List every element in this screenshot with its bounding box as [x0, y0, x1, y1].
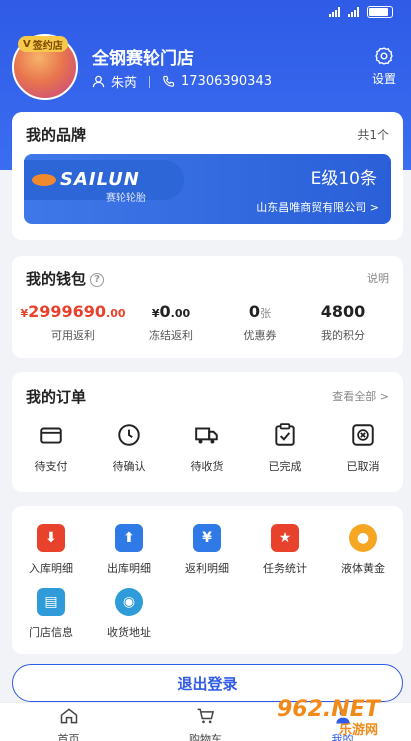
wallet-stat-value: ¥2999690.00	[20, 302, 126, 321]
wallet-stat-label: 可用返利	[51, 329, 95, 342]
brand-logo: SAILUN 赛轮轮胎	[24, 160, 184, 204]
wallet-stat-value: 4800	[320, 302, 366, 321]
brand-company-link[interactable]: 山东昌唯商贸有限公司 >	[256, 199, 379, 215]
contract-store-badge: V 签约店	[18, 36, 68, 52]
tool-6[interactable]: ◉ 收货地址	[94, 588, 164, 640]
shop-name: 全钢赛轮门店	[92, 49, 194, 69]
tab-label: 首页	[57, 733, 80, 741]
phone-number: 17306390343	[181, 74, 272, 89]
wallet-stat[interactable]: ¥0.00 冻结返利	[130, 302, 212, 343]
contact-info: 朱芮 17306390343	[92, 72, 272, 91]
wallet-title: 我的钱包?	[26, 268, 105, 289]
home-icon	[59, 708, 79, 729]
phone-icon	[163, 75, 175, 87]
wallet-stat-label: 我的积分	[321, 329, 365, 342]
wallet-stat-value: 0张	[248, 302, 272, 321]
sailun-logo-icon	[32, 174, 56, 186]
truck-icon	[172, 422, 242, 448]
gear-icon	[375, 47, 393, 65]
card-icon	[16, 422, 86, 448]
settings-button[interactable]: 设置	[367, 46, 401, 87]
brand-title: 我的品牌	[26, 126, 87, 144]
tab-cart[interactable]: 购物车	[137, 703, 274, 741]
tool-label: 门店信息	[29, 626, 73, 639]
tool-5[interactable]: ▤ 门店信息	[16, 588, 86, 640]
tools-card: ⬇ 入库明细 ⬆ 出库明细 ¥ 返利明细 ★ 任务统计 ● 液体黄金 ▤ 门店信息 ◉ 收货地址	[12, 506, 403, 654]
tool-3[interactable]: ★ 任务统计	[250, 524, 320, 576]
tool-label: 返利明细	[185, 562, 229, 575]
coin-icon: ●	[349, 524, 377, 552]
tab-label: 购物车	[189, 733, 222, 741]
user-icon	[92, 75, 105, 88]
site-watermark: 962.NET 乐游网	[277, 697, 380, 738]
rebate-icon: ¥	[193, 524, 221, 552]
brand-level: E级10条	[310, 169, 377, 189]
order-status-label: 待确认	[112, 460, 146, 473]
signal-icon	[348, 7, 359, 17]
contact-name: 朱芮	[111, 76, 138, 91]
wallet-stat-label: 冻结返利	[149, 329, 193, 342]
wallet-stat-label: 优惠券	[243, 329, 277, 342]
orders-card: 我的订单 查看全部 > 待支付 待确认 待收货 已完成 已取消	[12, 372, 403, 492]
tool-0[interactable]: ⬇ 入库明细	[16, 524, 86, 576]
order-status-label: 已取消	[346, 460, 380, 473]
order-status-4[interactable]: 已取消	[328, 422, 398, 474]
location-pin-icon: ◉	[115, 588, 143, 616]
tool-2[interactable]: ¥ 返利明细	[172, 524, 242, 576]
signal-icon	[329, 7, 340, 17]
wallet-stat[interactable]: 4800 我的积分	[302, 302, 384, 343]
order-status-0[interactable]: 待支付	[16, 422, 86, 474]
brand-count: 共1个	[357, 128, 389, 142]
tab-home[interactable]: 首页	[0, 703, 137, 741]
cancel-box-icon	[328, 422, 398, 448]
order-status-label: 已完成	[268, 460, 302, 473]
help-icon[interactable]: ?	[90, 272, 105, 287]
store-icon: ▤	[37, 588, 65, 616]
order-status-2[interactable]: 待收货	[172, 422, 242, 474]
order-status-label: 待收货	[190, 460, 224, 473]
wallet-stat[interactable]: 0张优惠券	[219, 302, 301, 343]
order-status-label: 待支付	[34, 460, 68, 473]
outbound-icon: ⬆	[115, 524, 143, 552]
status-bar	[329, 6, 393, 18]
wallet-stat[interactable]: ¥2999690.00 可用返利	[20, 302, 126, 343]
v-icon: V	[23, 38, 31, 50]
wallet-explain-link[interactable]: 说明	[367, 270, 389, 286]
cart-icon	[196, 708, 216, 729]
settings-label: 设置	[371, 72, 396, 86]
divider	[149, 75, 151, 88]
star-flag-icon: ★	[271, 524, 299, 552]
tool-label: 出库明细	[107, 562, 151, 575]
brand-card: 我的品牌 共1个 SAILUN 赛轮轮胎 E级10条 山东昌唯商贸有限公司 >	[12, 112, 403, 240]
wallet-card: 我的钱包? 说明 ¥2999690.00 可用返利 ¥0.00 冻结返利 0张 优惠券 48…	[12, 256, 403, 358]
tool-4[interactable]: ● 液体黄金	[328, 524, 398, 576]
tool-label: 任务统计	[263, 562, 307, 575]
tool-label: 液体黄金	[341, 562, 385, 575]
brand-banner[interactable]: SAILUN 赛轮轮胎 E级10条 山东昌唯商贸有限公司 >	[24, 154, 391, 224]
orders-title: 我的订单	[26, 388, 87, 406]
order-status-1[interactable]: 待确认	[94, 422, 164, 474]
wallet-stat-value: ¥0.00	[151, 302, 191, 321]
clock-icon	[94, 422, 164, 448]
order-status-3[interactable]: 已完成	[250, 422, 320, 474]
battery-icon	[367, 6, 393, 18]
clipboard-check-icon	[250, 422, 320, 448]
tool-label: 入库明细	[29, 562, 73, 575]
inbound-icon: ⬇	[37, 524, 65, 552]
tool-label: 收货地址	[107, 626, 151, 639]
view-all-orders-link[interactable]: 查看全部 >	[332, 388, 389, 404]
tool-1[interactable]: ⬆ 出库明细	[94, 524, 164, 576]
